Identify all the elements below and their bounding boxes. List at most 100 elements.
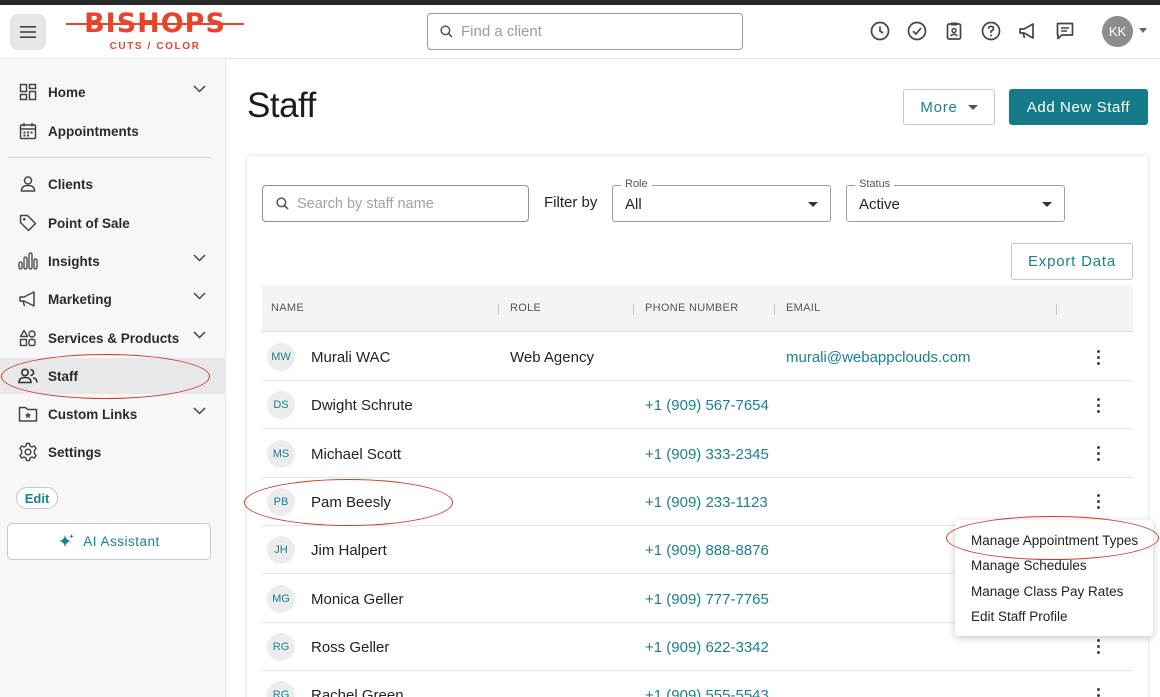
staff-phone[interactable]: +1 (909) 333-2345 [645,446,769,463]
row-actions-kebab-icon[interactable] [1088,637,1108,657]
logo-subtitle: CUTS / COLOR [109,41,201,52]
sidebar-item-home[interactable]: Home [0,74,226,110]
caret-down-icon [808,202,818,207]
home-grid-icon [18,82,38,102]
staff-search-input[interactable] [297,195,517,212]
table-row[interactable]: MS Michael Scott +1 (909) 333-2345 [262,430,1133,478]
sidebar-item-marketing[interactable]: Marketing [0,281,226,317]
sidebar-item-clients[interactable]: Clients [0,166,226,202]
chevron-down-icon [193,407,206,415]
chevron-down-icon [193,292,206,300]
sidebar-divider [8,157,211,158]
sidebar-item-custom-links[interactable]: Custom Links [0,396,226,432]
check-circle-icon[interactable] [905,19,929,43]
menu-item-manage-schedules[interactable]: Manage Schedules [971,558,1087,573]
brand-logo[interactable]: BISHOPS CUTS / COLOR [64,8,246,56]
staff-phone[interactable]: +1 (909) 555-5543 [645,687,769,697]
staff-name[interactable]: Pam Beesly [311,494,391,511]
row-actions-kebab-icon[interactable] [1088,685,1108,697]
staff-search-box[interactable] [262,185,529,222]
client-search-box[interactable] [427,13,743,50]
sidebar-item-label: Settings [48,444,102,460]
sidebar-item-services-products[interactable]: Services & Products [0,320,226,356]
chevron-down-icon [193,85,206,93]
more-label: More [920,98,958,116]
sidebar-item-label: Appointments [48,123,139,139]
sidebar-item-staff[interactable]: Staff [0,358,226,394]
kebab-dot [1096,446,1100,450]
staff-name[interactable]: Dwight Schrute [311,397,413,414]
staff-phone[interactable]: +1 (909) 888-8876 [645,542,769,559]
column-header-name[interactable]: NAME [271,302,304,314]
staff-email[interactable]: murali@webappclouds.com [786,349,970,366]
export-data-button[interactable]: Export Data [1011,243,1133,280]
kebab-dot [1096,651,1100,655]
staff-phone[interactable]: +1 (909) 567-7654 [645,397,769,414]
table-row[interactable]: RG Rachel Green +1 (909) 555-5543 [262,671,1133,697]
staff-phone[interactable]: +1 (909) 777-7765 [645,591,769,608]
row-actions-kebab-icon[interactable] [1088,347,1108,367]
shapes-icon [18,328,38,348]
staff-name[interactable]: Ross Geller [311,639,389,656]
staff-avatar: DS [267,391,295,420]
role-select[interactable]: Role All [612,178,831,222]
page-title: Staff [247,86,316,125]
top-header: BISHOPS CUTS / COLOR KK [0,5,1160,59]
column-header-phone[interactable]: PHONE NUMBER [645,302,738,314]
status-select[interactable]: Status Active [846,178,1065,222]
sidebar-item-appointments[interactable]: Appointments [0,113,226,149]
user-menu-caret-icon[interactable] [1139,28,1147,33]
sidebar-item-settings[interactable]: Settings [0,434,226,470]
row-actions-kebab-icon[interactable] [1088,492,1108,512]
hamburger-icon [20,26,36,38]
kebab-dot [1096,349,1100,353]
staff-phone[interactable]: +1 (909) 233-1123 [645,494,768,511]
staff-name[interactable]: Monica Geller [311,591,404,608]
person-icon [18,174,38,194]
sparkle-icon [59,534,75,547]
chat-icon[interactable] [1053,19,1077,43]
staff-avatar: RG [267,681,295,697]
staff-phone[interactable]: +1 (909) 622-3342 [645,639,769,656]
megaphone-icon[interactable] [1016,19,1040,43]
chevron-down-icon [193,331,206,339]
staff-avatar: JH [267,536,295,565]
help-icon[interactable] [979,19,1003,43]
clock-icon[interactable] [868,19,892,43]
ai-assistant-button[interactable]: AI Assistant [7,523,211,560]
sidebar-item-label: Marketing [48,291,112,307]
staff-name[interactable]: Murali WAC [311,349,390,366]
search-icon [440,25,453,38]
staff-name[interactable]: Jim Halpert [311,542,387,559]
column-header-email[interactable]: EMAIL [786,302,821,314]
staff-name[interactable]: Rachel Green [311,687,404,697]
row-actions-kebab-icon[interactable] [1088,395,1108,415]
more-button[interactable]: More [903,89,995,125]
sidebar-item-insights[interactable]: Insights [0,243,226,279]
gear-icon [18,442,38,462]
column-header-role[interactable]: ROLE [510,302,541,314]
sidebar-item-label: Point of Sale [48,215,130,231]
sidebar-item-label: Insights [48,253,100,269]
clipboard-person-icon[interactable] [942,19,966,43]
user-avatar[interactable]: KK [1102,16,1133,47]
menu-item-edit-staff-profile[interactable]: Edit Staff Profile [971,609,1068,624]
row-actions-kebab-icon[interactable] [1088,444,1108,464]
logo-strike [66,23,244,25]
staff-name[interactable]: Michael Scott [311,446,401,463]
sidebar-item-label: Home [48,84,86,100]
client-search-input[interactable] [461,23,711,40]
menu-item-manage-class-pay-rates[interactable]: Manage Class Pay Rates [971,584,1123,599]
menu-item-manage-appointment-types[interactable]: Manage Appointment Types [971,533,1138,548]
menu-toggle-button[interactable] [10,14,46,50]
sidebar-item-point-of-sale[interactable]: Point of Sale [0,205,226,241]
kebab-dot [1096,458,1100,462]
edit-nav-button[interactable]: Edit [16,487,58,509]
table-row[interactable]: PB Pam Beesly +1 (909) 233-1123 [262,478,1133,526]
add-new-staff-button[interactable]: Add New Staff [1009,89,1148,125]
staff-avatar: MG [267,584,295,613]
table-row[interactable]: DS Dwight Schrute +1 (909) 567-7654 [262,381,1133,430]
table-row[interactable]: MW Murali WAC Web Agency murali@webappcloud… [262,333,1133,381]
kebab-dot [1096,506,1100,510]
star-folder-icon [18,404,38,424]
